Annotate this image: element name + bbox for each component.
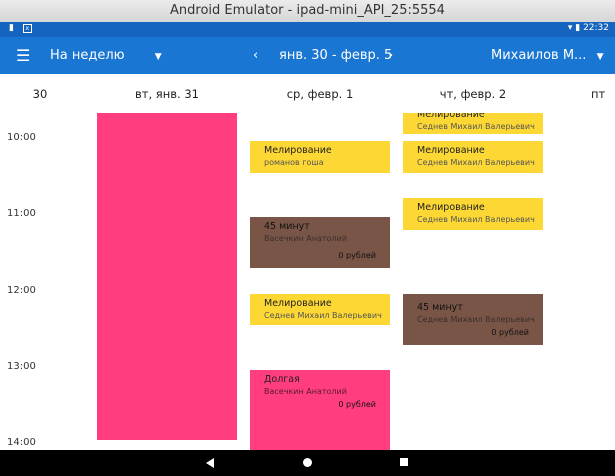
time-label-10: 10:00: [7, 132, 36, 143]
user-name: Михаилов М...: [491, 48, 587, 63]
event-wed-2[interactable]: 45 минут Васечкин Анатолий 0 рублей: [250, 217, 390, 268]
event-title: Долгая: [264, 374, 300, 385]
event-title: Мелирование: [417, 113, 485, 120]
event-title: 45 минут: [264, 221, 310, 232]
home-icon[interactable]: [303, 458, 312, 467]
user-dropdown[interactable]: Михаилов М... ▼: [491, 37, 604, 76]
event-title: Мелирование: [264, 145, 332, 156]
day-header-tue[interactable]: вт, янв. 31: [97, 74, 237, 114]
recents-icon[interactable]: [400, 458, 408, 466]
event-tue-block[interactable]: [97, 113, 237, 440]
event-person: Васечкин Анатолий: [264, 387, 347, 396]
event-thu-1[interactable]: Мелирование Седнев Михаил Валерьевич: [403, 113, 543, 134]
event-title: Мелирование: [264, 298, 332, 309]
dropdown-arrow-icon: ▼: [154, 52, 162, 62]
schedule-grid[interactable]: 10:00 11:00 12:00 13:00 14:00 Мелировани…: [0, 113, 615, 450]
time-label-12: 12:00: [7, 285, 36, 296]
sd-card-icon: ▮: [9, 23, 14, 33]
event-person: Седнев Михаил Валерьевич: [417, 315, 535, 324]
event-price: 0 рублей: [491, 328, 529, 337]
time-label-11: 11:00: [7, 208, 36, 219]
event-thu-4[interactable]: 45 минут Седнев Михаил Валерьевич 0 рубл…: [403, 294, 543, 345]
event-thu-3[interactable]: Мелирование Седнев Михаил Валерьевич: [403, 198, 543, 230]
wifi-icon: ▾: [567, 23, 573, 33]
day-header: 30 вт, янв. 31 ср, февр. 1 чт, февр. 2 п…: [0, 74, 615, 114]
status-right: ▾ ▮ 22:32: [568, 23, 609, 33]
event-person: Васечкин Анатолий: [264, 234, 347, 243]
event-price: 0 рублей: [338, 251, 376, 260]
battery-icon: ▮: [575, 23, 581, 33]
back-icon[interactable]: [206, 458, 214, 468]
notification-icons: ▮ x: [9, 23, 32, 33]
day-header-fri[interactable]: пт: [591, 74, 615, 114]
time-label-14: 14:00: [7, 437, 36, 448]
event-price: 0 рублей: [338, 400, 376, 409]
event-title: Мелирование: [417, 145, 485, 156]
event-wed-1[interactable]: Мелирование романов гоша: [250, 141, 390, 173]
view-mode-dropdown[interactable]: На неделю ▼: [50, 37, 162, 76]
event-thu-2[interactable]: Мелирование Седнев Михаил Валерьевич: [403, 141, 543, 173]
event-title: Мелирование: [417, 202, 485, 213]
date-range[interactable]: янв. 30 - февр. 5: [279, 37, 392, 74]
menu-icon[interactable]: ☰: [16, 37, 30, 74]
close-box-icon: x: [22, 24, 32, 33]
day-header-thu[interactable]: чт, февр. 2: [403, 74, 543, 114]
next-week-icon[interactable]: ›: [388, 37, 393, 74]
prev-week-icon[interactable]: ‹: [253, 37, 258, 74]
window-title: Android Emulator - ipad-mini_API_25:5554: [170, 3, 445, 18]
time-label-13: 13:00: [7, 361, 36, 372]
app-bar: ☰ На неделю ▼ ‹ янв. 30 - февр. 5 › Миха…: [0, 37, 615, 74]
view-mode-label: На неделю: [50, 48, 125, 63]
window-titlebar: Android Emulator - ipad-mini_API_25:5554: [0, 0, 615, 23]
day-header-wed[interactable]: ср, февр. 1: [250, 74, 390, 114]
event-title: 45 минут: [417, 302, 463, 313]
event-person: Седнев Михаил Валерьевич: [417, 215, 535, 224]
day-header-mon[interactable]: 30: [0, 74, 110, 114]
status-time: 22:32: [583, 23, 609, 33]
event-wed-4[interactable]: Долгая Васечкин Анатолий 0 рублей: [250, 370, 390, 450]
event-person: романов гоша: [264, 158, 324, 167]
event-wed-3[interactable]: Мелирование Седнев Михаил Валерьевич: [250, 294, 390, 325]
android-nav-bar: [0, 450, 615, 476]
event-person: Седнев Михаил Валерьевич: [417, 122, 535, 131]
event-person: Седнев Михаил Валерьевич: [264, 311, 382, 320]
status-bar: ▮ x ▾ ▮ 22:32: [0, 22, 615, 37]
user-dropdown-arrow-icon: ▼: [596, 52, 604, 62]
event-person: Седнев Михаил Валерьевич: [417, 158, 535, 167]
